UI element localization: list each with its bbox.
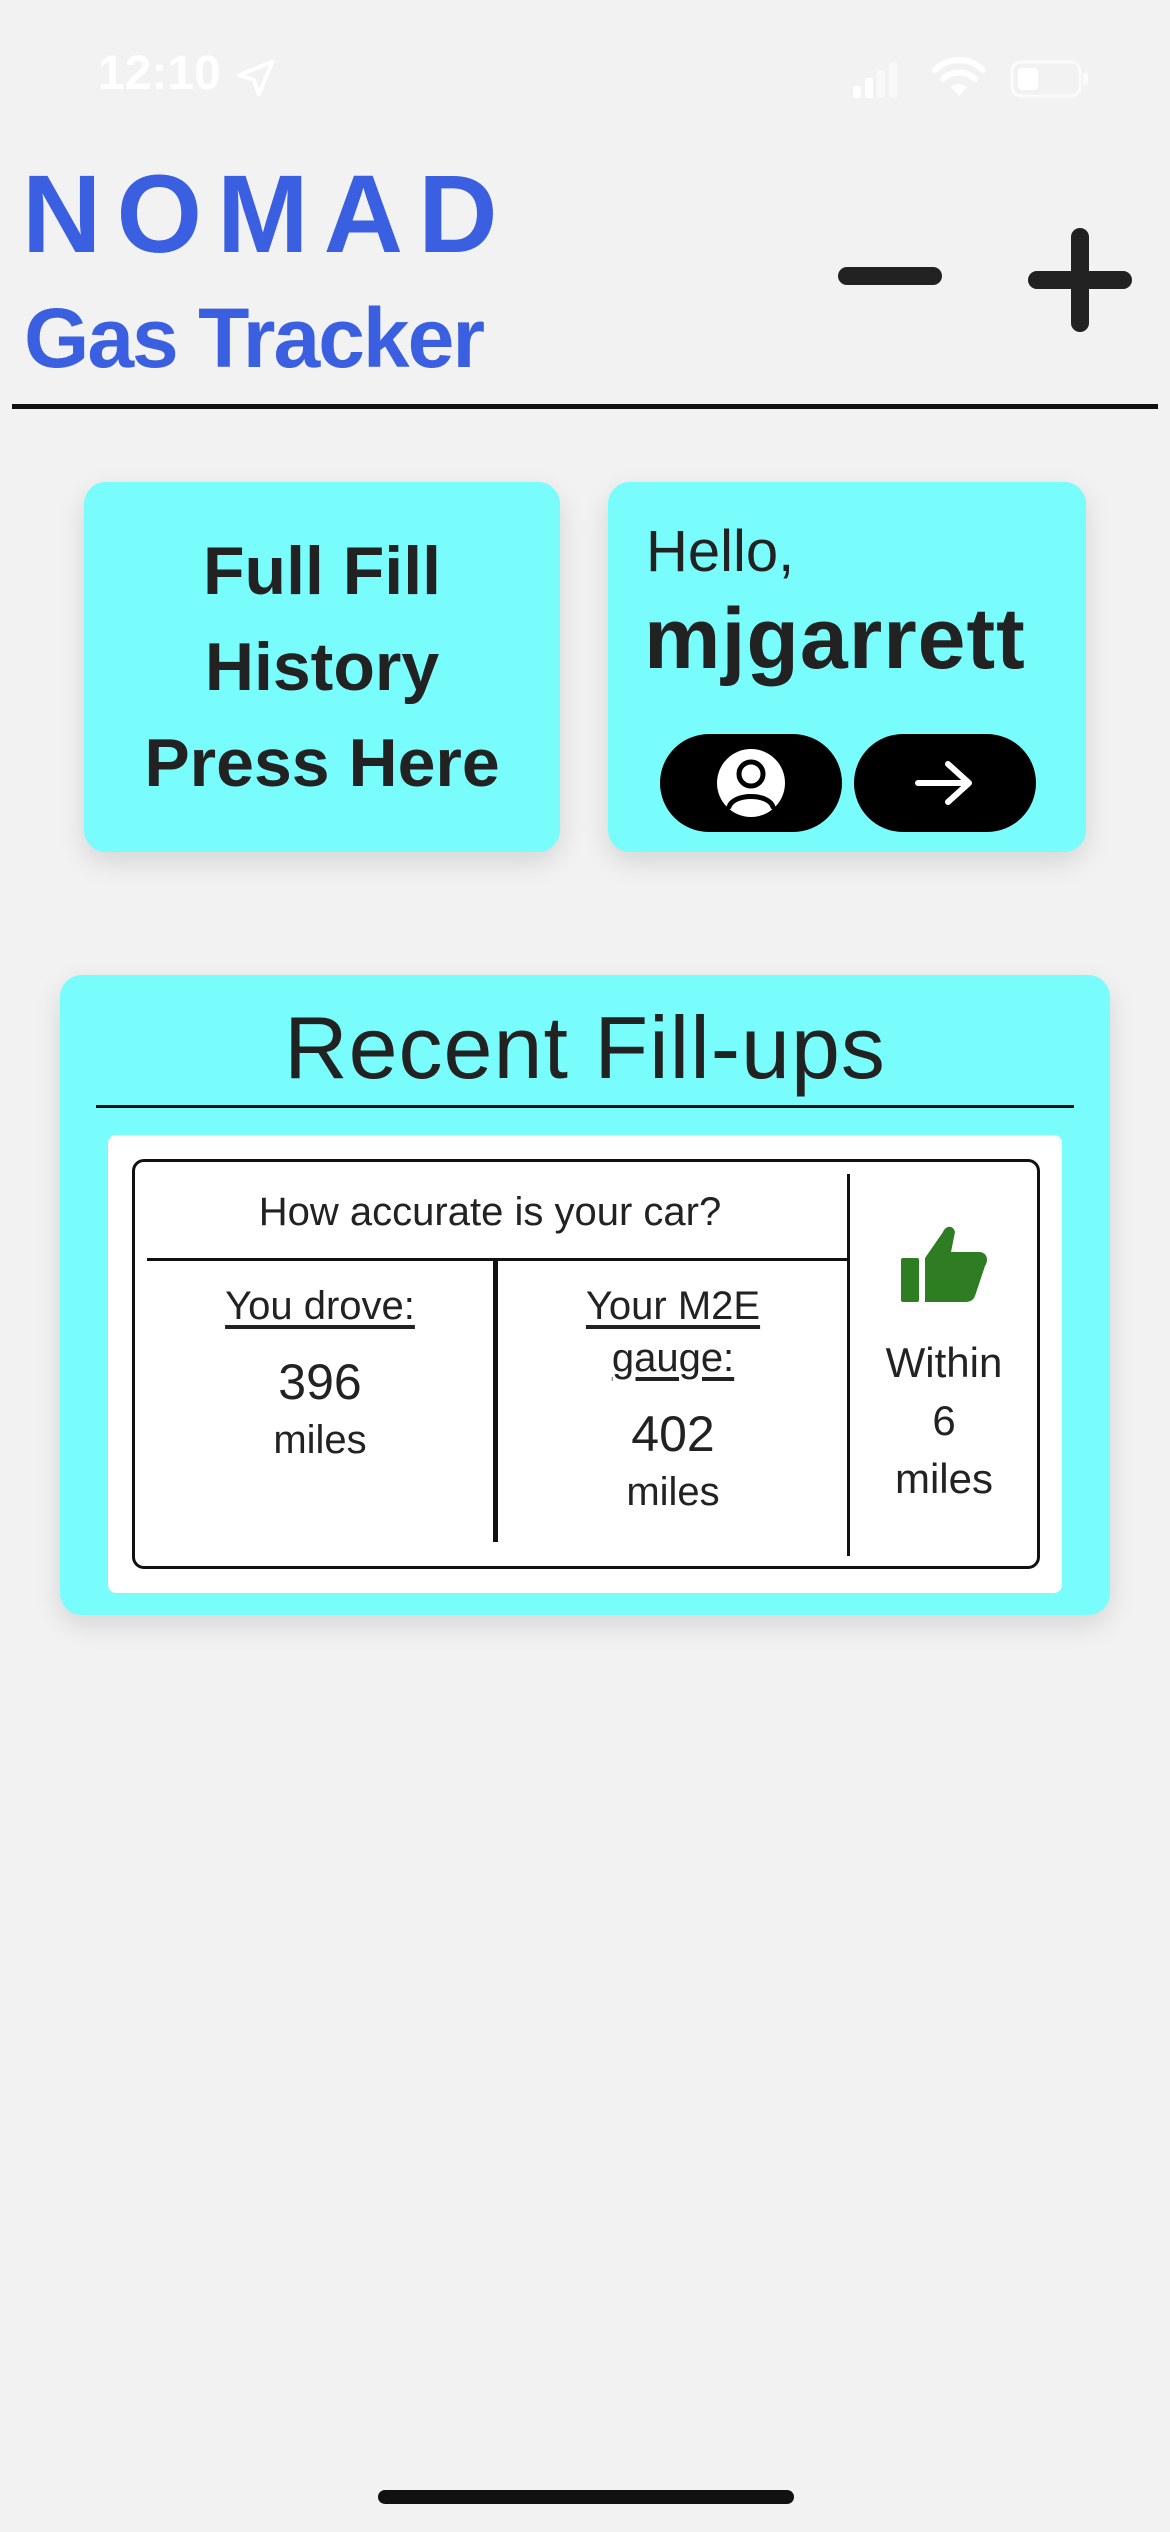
profile-button[interactable] xyxy=(660,734,842,832)
fill-history-button[interactable]: Full Fill History Press Here xyxy=(84,482,560,852)
distance-driven-value: 396 xyxy=(278,1354,362,1410)
fill-history-line3: Press Here xyxy=(144,725,500,801)
gauge-distance-value: 402 xyxy=(631,1406,715,1462)
status-time: 12:10 xyxy=(98,47,221,100)
distance-driven-unit: miles xyxy=(273,1418,367,1462)
recent-fillups-divider xyxy=(96,1105,1074,1108)
arrow-right-icon xyxy=(915,761,972,805)
accuracy-verdict: Within 6 miles xyxy=(851,1222,1037,1508)
verdict-line1: Within xyxy=(885,1339,1003,1386)
recent-fillups-card: Recent Fill-ups How accurate is your car… xyxy=(60,975,1110,1615)
accuracy-box: How accurate is your car? You drove: 396… xyxy=(132,1159,1040,1569)
plus-icon xyxy=(1028,228,1132,332)
recent-fillups-title: Recent Fill-ups xyxy=(284,998,886,1097)
header-divider xyxy=(12,404,1158,409)
greeting-hello: Hello, xyxy=(646,519,795,584)
plus-button[interactable] xyxy=(1020,220,1140,340)
fill-history-line1: Full Fill xyxy=(203,533,441,609)
location-arrow-icon xyxy=(237,59,275,97)
app-subtitle: Gas Tracker xyxy=(24,291,485,385)
column-divider xyxy=(847,1174,850,1556)
gauge-distance: Your M2E gauge: 402 miles xyxy=(499,1280,847,1518)
verdict-line3: miles xyxy=(894,1455,993,1502)
verdict-text: Within 6 miles xyxy=(851,1334,1037,1508)
fill-history-line2: History xyxy=(204,629,440,705)
app-brand-title: NOMAD xyxy=(22,153,513,276)
gauge-label-line1: Your M2E xyxy=(585,1284,761,1328)
cellular-signal-icon xyxy=(853,62,897,98)
battery-icon xyxy=(1010,60,1088,98)
user-profile-icon xyxy=(717,749,785,817)
next-button[interactable] xyxy=(854,734,1036,832)
minus-icon xyxy=(838,267,942,285)
greeting-card: Hello, mjgarrett xyxy=(608,482,1086,852)
fillup-entry[interactable]: How accurate is your car? You drove: 396… xyxy=(108,1135,1062,1593)
distance-driven-label: You drove: xyxy=(225,1284,415,1328)
gauge-distance-unit: miles xyxy=(626,1470,720,1514)
status-bar: 12:10 xyxy=(0,0,1170,150)
minus-button[interactable] xyxy=(830,230,950,320)
fill-history-label: Full Fill History Press Here xyxy=(144,523,499,811)
distance-driven: You drove: 396 miles xyxy=(145,1280,495,1466)
thumbs-up-icon xyxy=(901,1226,987,1302)
accuracy-question: How accurate is your car? xyxy=(258,1190,722,1234)
wifi-icon xyxy=(932,57,986,96)
home-indicator[interactable] xyxy=(378,2490,794,2504)
verdict-line2: 6 xyxy=(932,1397,956,1444)
gauge-label-line2: gauge: xyxy=(611,1336,735,1380)
username: mjgarrett xyxy=(644,591,1026,687)
